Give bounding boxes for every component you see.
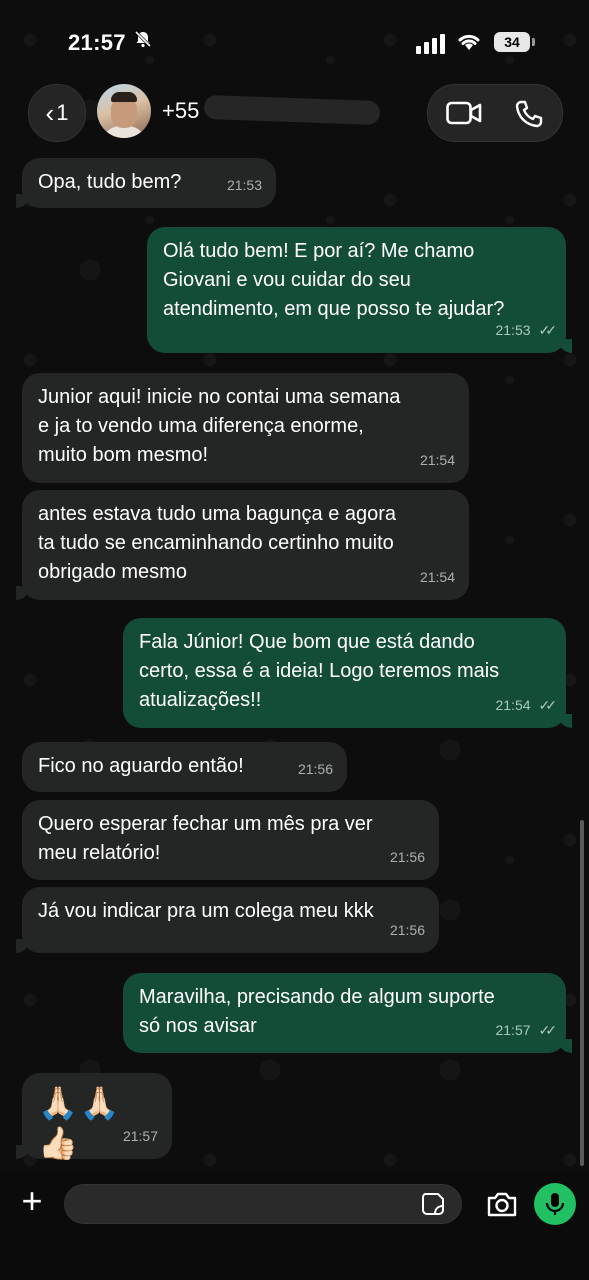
message-input[interactable]	[64, 1184, 462, 1224]
message-meta: 21:53 ✓✓	[495, 316, 558, 345]
message-time: 21:56	[389, 922, 425, 938]
message-meta: 21:56	[390, 916, 425, 945]
wifi-icon	[458, 34, 480, 50]
status-time: 21:57	[68, 30, 126, 55]
message-outgoing[interactable]: Fala Júnior! Que bom que está dando cert…	[123, 618, 572, 728]
message-incoming[interactable]: Junior aqui! inicie no contai uma semana…	[22, 373, 469, 483]
plus-icon[interactable]: +	[16, 1183, 48, 1219]
bell-slash-icon	[134, 30, 152, 53]
message-meta: 21:56	[298, 755, 333, 784]
message-time: 21:57	[495, 1022, 531, 1038]
message-text: Maravilha, precisando de algum suporte s…	[139, 986, 495, 1037]
message-incoming[interactable]: Já vou indicar pra um colega meu kkk 21:…	[16, 887, 439, 953]
message-incoming[interactable]: Opa, tudo bem? 21:53	[16, 158, 276, 208]
message-text: antes estava tudo uma bagunça e agora ta…	[38, 503, 397, 583]
message-meta: 21:54 ✓✓	[495, 691, 558, 720]
message-time: 21:54	[419, 569, 455, 585]
camera-icon[interactable]	[486, 1190, 518, 1218]
battery-icon: 34	[494, 32, 530, 52]
message-time: 21:57	[122, 1128, 158, 1144]
sticker-icon[interactable]	[421, 1192, 445, 1216]
message-meta: 21:54	[420, 446, 455, 475]
message-text: Junior aqui! inicie no contai uma semana…	[38, 386, 401, 466]
message-meta: 21:57 ✓✓	[495, 1016, 558, 1045]
microphone-button[interactable]	[534, 1183, 576, 1225]
bubble-tail	[558, 1039, 572, 1053]
bubble-tail	[16, 939, 30, 953]
message-meta: 21:54	[420, 563, 455, 592]
message-text: Fala Júnior! Que bom que está dando cert…	[139, 631, 500, 711]
message-time: 21:54	[495, 697, 531, 713]
read-ticks-icon: ✓✓	[538, 322, 558, 338]
scrollbar[interactable]	[580, 820, 584, 1166]
microphone-icon	[545, 1193, 565, 1215]
message-list[interactable]: Opa, tudo bem? 21:53 Olá tudo bem! E por…	[0, 0, 589, 1170]
message-time: 21:53	[226, 177, 262, 193]
message-text: Quero esperar fechar um mês pra ver meu …	[38, 813, 373, 864]
bubble-tail	[16, 586, 30, 600]
message-text: Fico no aguardo então!	[38, 755, 244, 777]
message-text: Olá tudo bem! E por aí? Me chamo Giovani…	[163, 240, 505, 320]
composer-bar: +	[0, 1170, 589, 1280]
message-meta: 21:56	[390, 843, 425, 872]
bubble-tail	[16, 1145, 30, 1159]
message-meta: 21:57	[123, 1122, 158, 1151]
message-incoming-emoji[interactable]: 🙏🏻🙏🏻👍🏻 21:57	[16, 1073, 172, 1161]
bubble-tail	[558, 714, 572, 728]
message-outgoing[interactable]: Maravilha, precisando de algum suporte s…	[123, 973, 572, 1053]
message-incoming[interactable]: Fico no aguardo então! 21:56	[22, 742, 347, 792]
call-buttons	[427, 84, 563, 142]
signal-icon	[416, 34, 445, 54]
avatar[interactable]	[97, 84, 151, 138]
message-time: 21:53	[495, 322, 531, 338]
video-call-icon[interactable]	[446, 101, 482, 125]
bubble-tail	[16, 194, 30, 208]
message-time: 21:56	[297, 761, 333, 777]
bubble-tail	[558, 339, 572, 353]
chevron-left-icon: ‹	[45, 97, 55, 128]
battery-tip	[532, 38, 535, 46]
message-incoming[interactable]: Quero esperar fechar um mês pra ver meu …	[22, 800, 439, 880]
back-button[interactable]: ‹ 1	[28, 84, 86, 142]
message-time: 21:54	[419, 452, 455, 468]
message-time: 21:56	[389, 849, 425, 865]
read-ticks-icon: ✓✓	[538, 1022, 558, 1038]
chat-header: ‹ 1 +55	[0, 82, 589, 142]
redacted-number	[203, 94, 381, 126]
message-incoming[interactable]: antes estava tudo uma bagunça e agora ta…	[16, 490, 469, 600]
message-meta: 21:53	[227, 171, 262, 200]
status-bar: 21:57 34	[0, 0, 589, 80]
unread-count: 1	[56, 100, 69, 125]
message-outgoing[interactable]: Olá tudo bem! E por aí? Me chamo Giovani…	[147, 227, 572, 353]
phone-icon[interactable]	[514, 99, 544, 129]
contact-name[interactable]: +55	[162, 98, 199, 124]
message-text: Já vou indicar pra um colega meu kkk	[38, 900, 374, 922]
read-ticks-icon: ✓✓	[538, 697, 558, 713]
